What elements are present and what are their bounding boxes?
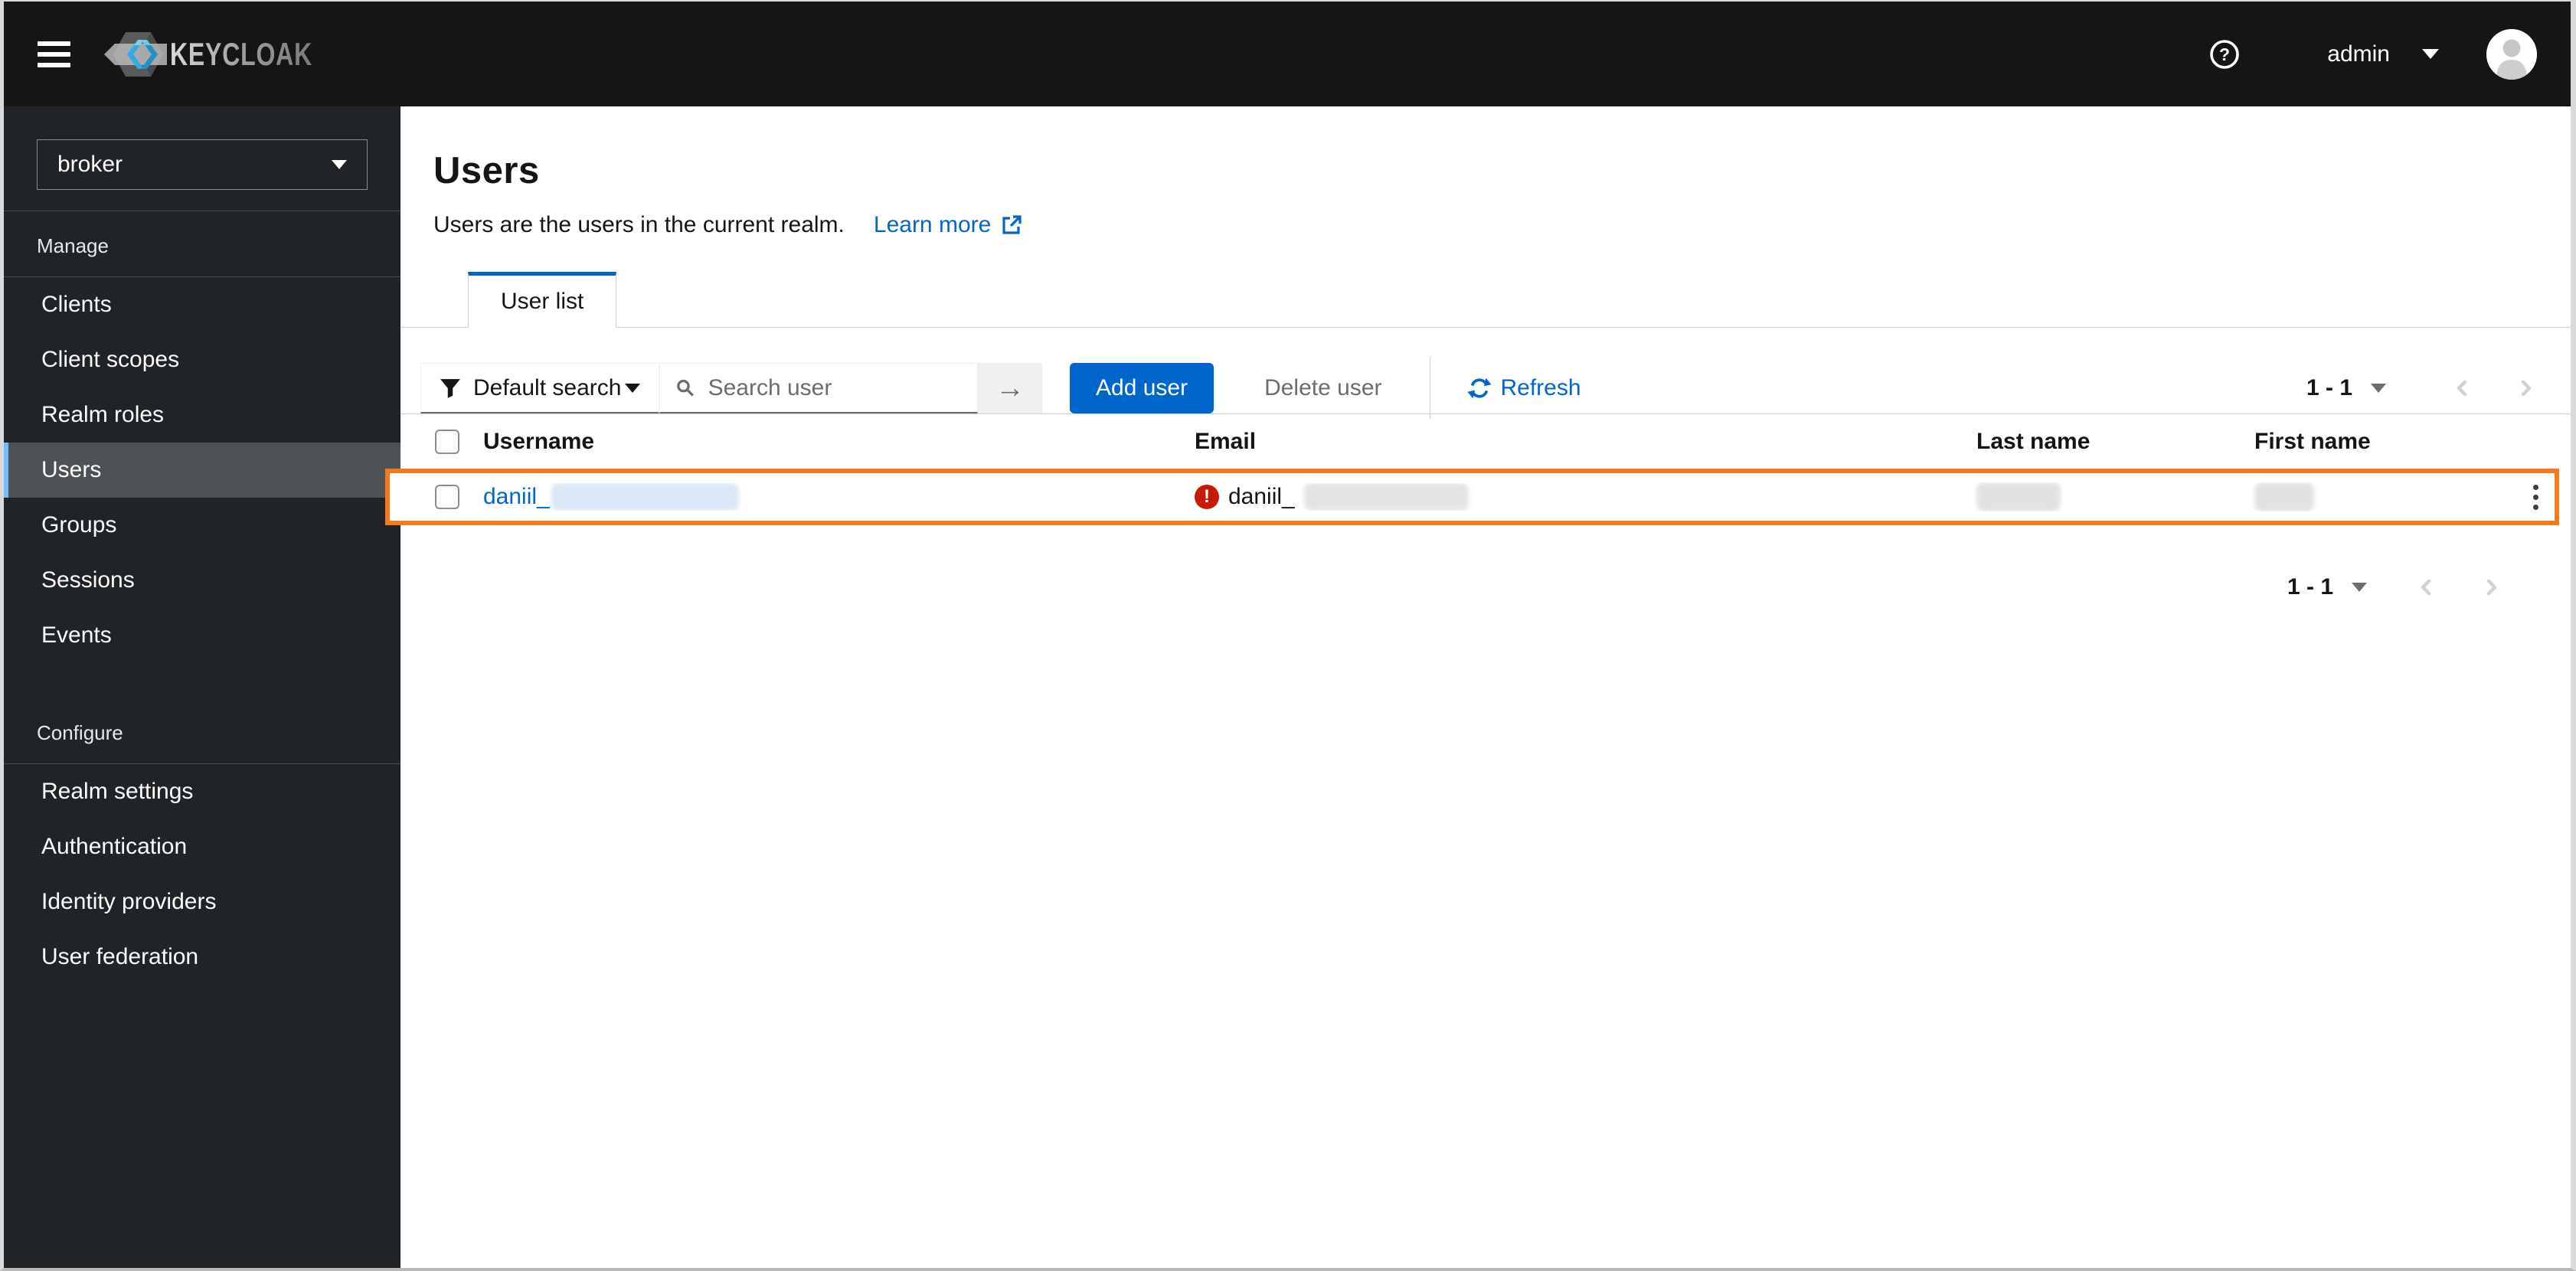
pagination-range: 1 - 1	[2287, 574, 2333, 600]
user-menu-label: admin	[2327, 41, 2390, 67]
question-circle-icon: ?	[2210, 39, 2240, 69]
user-avatar-icon	[2486, 28, 2537, 80]
app-window: KEYCLOAK ? admin broker Manage Clients C…	[0, 0, 2576, 1271]
page-title: Users	[433, 150, 540, 191]
keycloak-logo[interactable]: KEYCLOAK	[103, 31, 317, 78]
table-toolbar: Default search → Add user	[400, 328, 2571, 419]
hamburger-icon	[38, 51, 70, 57]
sidebar-nav: broker Manage Clients Client scopes Real…	[4, 106, 400, 1268]
caret-down-icon	[625, 383, 640, 393]
column-header-username: Username	[483, 428, 595, 454]
masthead: KEYCLOAK ? admin	[4, 2, 2571, 106]
main-content: Users Users are the users in the current…	[385, 106, 2571, 1268]
masthead-actions: ? admin	[2208, 28, 2537, 80]
redacted-email	[1303, 483, 1469, 511]
page-description: Users are the users in the current realm…	[433, 212, 845, 237]
delete-user-button[interactable]: Delete user	[1249, 375, 1397, 401]
keycloak-logo-icon: KEYCLOAK	[104, 31, 312, 77]
redacted-username	[551, 483, 739, 511]
search-group: →	[659, 363, 1042, 413]
pagination-top: 1 - 1	[2306, 375, 2536, 401]
sidebar-item-groups[interactable]: Groups	[4, 498, 400, 553]
hamburger-icon	[38, 62, 70, 67]
redacted-last-name	[1976, 482, 2061, 511]
sidebar-item-events[interactable]: Events	[4, 608, 400, 663]
search-input[interactable]	[708, 374, 962, 401]
refresh-icon	[1467, 377, 1491, 399]
sidebar-item-identity-providers[interactable]: Identity providers	[4, 874, 400, 930]
sidebar-item-realm-roles[interactable]: Realm roles	[4, 387, 400, 443]
sidebar-item-authentication[interactable]: Authentication	[4, 819, 400, 874]
nav-group-configure: Configure	[37, 721, 123, 744]
tab-bar: User list	[400, 272, 2571, 328]
page-header: Users Users are the users in the current…	[400, 149, 2571, 238]
user-menu-dropdown[interactable]: admin	[2327, 41, 2439, 67]
learn-more-link[interactable]: Learn more	[874, 212, 1023, 238]
add-user-button[interactable]: Add user	[1070, 363, 1214, 413]
chevron-right-icon[interactable]	[2516, 376, 2536, 400]
row-kebab-menu[interactable]	[2519, 484, 2548, 510]
pagination-bottom: 1 - 1	[400, 525, 2571, 600]
column-header-last-name: Last name	[1976, 428, 2091, 454]
row-checkbox[interactable]	[435, 485, 459, 509]
search-type-dropdown[interactable]: Default search	[420, 363, 659, 413]
sidebar-item-user-federation[interactable]: User federation	[4, 930, 400, 985]
chevron-left-icon[interactable]	[2416, 575, 2436, 600]
tab-user-list[interactable]: User list	[468, 272, 617, 328]
svg-text:KEYCLOAK: KEYCLOAK	[170, 36, 312, 72]
username-link[interactable]: daniil_	[483, 484, 550, 510]
arrow-right-icon: →	[995, 371, 1025, 404]
search-submit-button[interactable]: →	[978, 363, 1042, 413]
sidebar-item-clients[interactable]: Clients	[4, 277, 400, 332]
sidebar-item-users[interactable]: Users	[4, 443, 400, 498]
sidebar-item-realm-settings[interactable]: Realm settings	[4, 764, 400, 819]
search-icon	[677, 379, 694, 397]
avatar	[2486, 28, 2537, 80]
realm-selector[interactable]: broker	[37, 139, 368, 190]
table-row: daniil_ ! daniil_	[400, 473, 2548, 521]
chevron-left-icon[interactable]	[2452, 376, 2472, 400]
svg-text:?: ?	[2219, 44, 2230, 64]
pagination-caret-icon[interactable]	[2371, 384, 2386, 393]
hamburger-icon	[38, 41, 70, 46]
external-link-icon	[1002, 215, 1022, 234]
email-error-icon: !	[1195, 485, 1219, 509]
nav-group-manage: Manage	[37, 234, 109, 257]
pagination-caret-icon[interactable]	[2352, 583, 2367, 592]
realm-selector-value: broker	[57, 152, 123, 177]
select-all-checkbox[interactable]	[435, 429, 459, 454]
refresh-button[interactable]: Refresh	[1467, 375, 1581, 401]
redacted-first-name	[2254, 482, 2314, 511]
column-header-first-name: First name	[2254, 428, 2371, 454]
filter-icon	[440, 378, 460, 398]
email-text: daniil_	[1228, 484, 1295, 509]
sidebar-item-client-scopes[interactable]: Client scopes	[4, 332, 400, 387]
sidebar-item-sessions[interactable]: Sessions	[4, 553, 400, 608]
nav-toggle-button[interactable]	[38, 41, 70, 67]
chevron-right-icon[interactable]	[2482, 575, 2502, 600]
table-header: Username Email Last name First name	[400, 413, 2571, 469]
caret-down-icon	[2422, 49, 2439, 59]
highlight-box: daniil_ ! daniil_	[385, 469, 2559, 525]
column-header-email: Email	[1195, 428, 1257, 454]
help-button[interactable]: ?	[2208, 38, 2241, 71]
caret-down-icon	[332, 160, 347, 169]
pagination-range: 1 - 1	[2306, 375, 2352, 400]
